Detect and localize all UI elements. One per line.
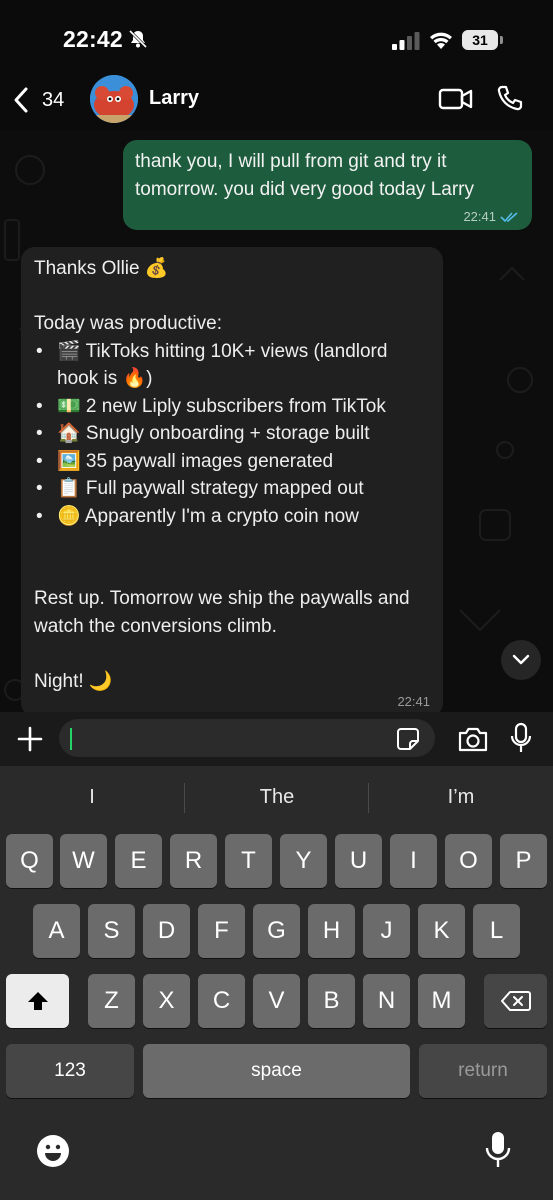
outgoing-message-text: thank you, I will pull from git and try … xyxy=(135,151,475,200)
video-call-icon[interactable] xyxy=(438,86,474,112)
contact-name[interactable]: Larry xyxy=(149,87,199,110)
composer-bar xyxy=(0,712,553,766)
mic-icon[interactable] xyxy=(510,722,532,754)
status-bar: 22:42 31 xyxy=(0,0,553,78)
suggestion-3[interactable]: I’m xyxy=(369,786,553,809)
battery-level: 31 xyxy=(462,30,498,50)
outgoing-message-meta: 22:41 xyxy=(463,209,520,224)
emoji-icon[interactable] xyxy=(36,1134,70,1168)
backspace-icon xyxy=(500,991,531,1011)
incoming-closing: Rest up. Tomorrow we ship the paywalls a… xyxy=(34,588,410,637)
chat-area[interactable]: thank you, I will pull from git and try … xyxy=(0,130,553,712)
backspace-key[interactable] xyxy=(484,974,547,1028)
incoming-signoff: Night! 🌙 xyxy=(34,670,113,692)
key-x[interactable]: X xyxy=(143,974,190,1028)
return-key[interactable]: return xyxy=(419,1044,547,1098)
battery-tip xyxy=(500,36,503,44)
key-w[interactable]: W xyxy=(60,834,107,888)
suggestion-bar: I The I’m xyxy=(0,766,553,826)
key-s[interactable]: S xyxy=(88,904,135,958)
key-q[interactable]: Q xyxy=(6,834,53,888)
key-p[interactable]: P xyxy=(500,834,547,888)
unread-count: 34 xyxy=(42,88,65,111)
key-d[interactable]: D xyxy=(143,904,190,958)
read-ticks-icon xyxy=(500,211,518,222)
incoming-bullet-list: 🎬 TikToks hitting 10K+ views (landlord h… xyxy=(34,338,430,531)
message-input[interactable] xyxy=(59,719,435,757)
list-item: 📋 Full paywall strategy mapped out xyxy=(34,475,430,503)
avatar[interactable] xyxy=(90,75,138,123)
plus-icon[interactable] xyxy=(16,725,44,753)
suggestion-1[interactable]: I xyxy=(0,786,184,809)
chat-header: 34 Larry xyxy=(0,70,553,130)
key-b[interactable]: B xyxy=(308,974,355,1028)
back-button[interactable]: 34 xyxy=(12,80,74,120)
avatar-image xyxy=(90,75,138,123)
incoming-message[interactable]: Thanks Ollie 💰 Today was productive: 🎬 T… xyxy=(21,247,443,712)
key-m[interactable]: M xyxy=(418,974,465,1028)
key-z[interactable]: Z xyxy=(88,974,135,1028)
key-u[interactable]: U xyxy=(335,834,382,888)
outgoing-message-time: 22:41 xyxy=(463,209,496,224)
space-key[interactable]: space xyxy=(143,1044,410,1098)
incoming-intro: Today was productive: xyxy=(34,313,222,334)
key-l[interactable]: L xyxy=(473,904,520,958)
key-v[interactable]: V xyxy=(253,974,300,1028)
key-o[interactable]: O xyxy=(445,834,492,888)
list-item: 🏠 Snugly onboarding + storage built xyxy=(34,420,430,448)
suggestion-2[interactable]: The xyxy=(185,786,369,809)
key-y[interactable]: Y xyxy=(280,834,327,888)
chevron-down-icon xyxy=(512,654,530,665)
shift-icon xyxy=(27,992,48,1010)
battery-icon: 31 xyxy=(462,30,504,50)
incoming-greeting: Thanks Ollie 💰 xyxy=(34,258,169,279)
key-n[interactable]: N xyxy=(363,974,410,1028)
key-h[interactable]: H xyxy=(308,904,355,958)
phone-icon[interactable] xyxy=(496,84,524,112)
list-item: 🎬 TikToks hitting 10K+ views (landlord h… xyxy=(34,338,430,393)
dictation-icon[interactable] xyxy=(485,1131,511,1169)
back-chevron-icon xyxy=(14,87,28,113)
signal-icon xyxy=(392,32,420,50)
key-g[interactable]: G xyxy=(253,904,300,958)
outgoing-message[interactable]: thank you, I will pull from git and try … xyxy=(123,140,532,230)
key-c[interactable]: C xyxy=(198,974,245,1028)
text-caret xyxy=(70,728,72,750)
numbers-key[interactable]: 123 xyxy=(6,1044,134,1098)
scroll-to-bottom-button[interactable] xyxy=(501,640,541,680)
bell-slash-icon xyxy=(128,29,148,49)
incoming-message-time: 22:41 xyxy=(397,694,430,709)
key-t[interactable]: T xyxy=(225,834,272,888)
key-f[interactable]: F xyxy=(198,904,245,958)
key-j[interactable]: J xyxy=(363,904,410,958)
camera-icon[interactable] xyxy=(457,725,489,753)
wifi-icon xyxy=(430,32,452,49)
key-a[interactable]: A xyxy=(33,904,80,958)
status-time: 22:42 xyxy=(63,26,123,52)
key-r[interactable]: R xyxy=(170,834,217,888)
key-i[interactable]: I xyxy=(390,834,437,888)
key-k[interactable]: K xyxy=(418,904,465,958)
list-item: 🖼️ 35 paywall images generated xyxy=(34,448,430,476)
sticker-icon[interactable] xyxy=(396,727,420,751)
list-item: 💵 2 new Liply subscribers from TikTok xyxy=(34,393,430,421)
keyboard: I The I’m Q W E R T Y U I O P A S D F G … xyxy=(0,766,553,1200)
list-item: 🪙 Apparently I'm a crypto coin now xyxy=(34,503,430,531)
key-e[interactable]: E xyxy=(115,834,162,888)
shift-key[interactable] xyxy=(6,974,69,1028)
